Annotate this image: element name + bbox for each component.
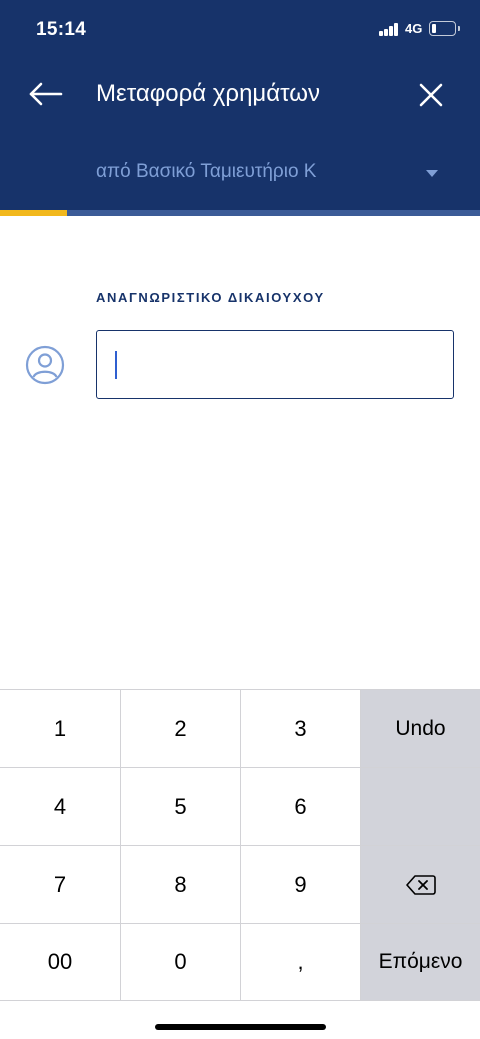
home-indicator[interactable]: [155, 1024, 326, 1030]
caret-down-icon: [426, 170, 438, 177]
key-2[interactable]: 2: [121, 689, 241, 767]
source-account-label: από Βασικό Ταμιευτήριο Κ: [96, 161, 317, 182]
key-6[interactable]: 6: [241, 767, 361, 845]
battery-icon: [429, 21, 456, 36]
undo-key[interactable]: Undo: [361, 689, 480, 767]
arrow-left-icon: [29, 82, 63, 106]
battery-level: [432, 24, 436, 33]
key-5[interactable]: 5: [121, 767, 241, 845]
battery-tip: [458, 26, 460, 31]
back-button[interactable]: [24, 76, 68, 116]
progress-fill: [0, 210, 68, 216]
key-7[interactable]: 7: [0, 845, 121, 923]
backspace-icon: [405, 874, 436, 895]
next-key[interactable]: Επόμενο: [361, 923, 480, 1001]
key-8[interactable]: 8: [121, 845, 241, 923]
status-bar: 15:14 4G: [0, 0, 480, 60]
backspace-key[interactable]: [361, 845, 480, 923]
user-circle-icon: [25, 345, 65, 385]
close-button[interactable]: [410, 74, 454, 118]
comma-key[interactable]: ,: [241, 923, 361, 1001]
key-00[interactable]: 00: [0, 923, 121, 1001]
key-3[interactable]: 3: [241, 689, 361, 767]
text-caret: [115, 351, 117, 379]
network-label: 4G: [405, 21, 423, 36]
key-0[interactable]: 0: [121, 923, 241, 1001]
beneficiary-id-label: ΑΝΑΓΝΩΡΙΣΤΙΚΟ ΔΙΚΑΙΟΥΧΟΥ: [96, 290, 325, 305]
status-time: 15:14: [36, 19, 87, 40]
page-title: Μεταφορά χρημάτων: [96, 80, 320, 107]
signal-icon: [379, 23, 399, 36]
blank-key: [361, 767, 480, 845]
key-4[interactable]: 4: [0, 767, 121, 845]
numeric-keypad: 1 2 3 Undo 4 5 6 7 8 9 00 0, Επόμενο: [0, 689, 480, 1039]
app-header: 15:14 4G Μεταφορά χρημάτων από Βασικό Τα…: [0, 0, 480, 216]
progress-bar: [0, 210, 480, 216]
source-account-dropdown[interactable]: από Βασικό Ταμιευτήριο Κ: [96, 150, 450, 194]
key-1[interactable]: 1: [0, 689, 121, 767]
key-9[interactable]: 9: [241, 845, 361, 923]
close-icon: [419, 83, 443, 107]
beneficiary-id-input[interactable]: [96, 330, 454, 399]
